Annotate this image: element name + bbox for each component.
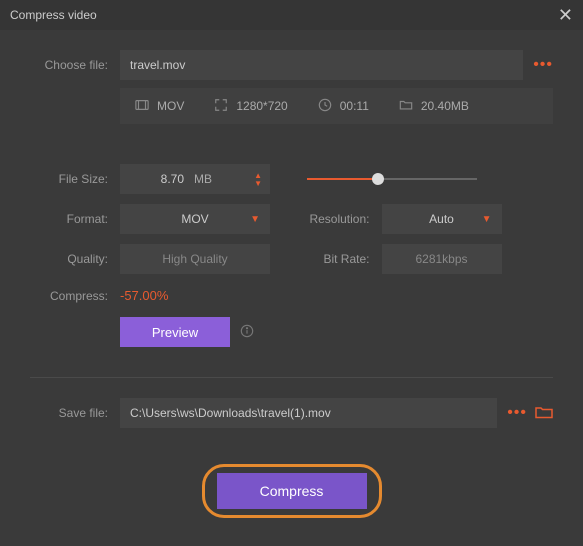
- preview-row: Preview: [120, 317, 553, 347]
- divider: [30, 377, 553, 378]
- choose-file-label: Choose file:: [30, 58, 120, 72]
- quality-label: Quality:: [30, 252, 120, 266]
- expand-icon: [214, 98, 228, 115]
- save-file-input[interactable]: [120, 398, 497, 428]
- format-dropdown[interactable]: MOV ▼: [120, 204, 270, 234]
- meta-resolution-value: 1280*720: [236, 99, 287, 113]
- compress-video-dialog: Compress video ✕ Choose file: ••• MOV 12…: [0, 0, 583, 546]
- resolution-row: Resolution: Auto ▼: [302, 204, 554, 234]
- resolution-label: Resolution:: [302, 212, 382, 226]
- filesize-row: File Size: MB ▲ ▼: [30, 164, 277, 194]
- meta-format-value: MOV: [157, 99, 184, 113]
- slider-thumb[interactable]: [372, 173, 384, 185]
- choose-file-row: Choose file: •••: [30, 50, 553, 80]
- compress-button[interactable]: Compress: [217, 473, 367, 509]
- window-title: Compress video: [10, 8, 97, 22]
- meta-duration-value: 00:11: [340, 99, 369, 113]
- filesize-slider-col: [297, 164, 554, 194]
- meta-size-value: 20.40MB: [421, 99, 469, 113]
- bitrate-value: 6281kbps: [382, 244, 502, 274]
- quality-row: Quality: High Quality: [30, 244, 282, 274]
- titlebar: Compress video ✕: [0, 0, 583, 30]
- resolution-dropdown[interactable]: Auto ▼: [382, 204, 502, 234]
- info-icon[interactable]: [240, 324, 254, 341]
- open-folder-icon[interactable]: [535, 405, 553, 422]
- film-icon: [135, 98, 149, 115]
- filesize-input[interactable]: [120, 172, 190, 186]
- more-icon[interactable]: •••: [533, 56, 553, 74]
- filesize-unit: MB: [194, 172, 212, 186]
- meta-format: MOV: [135, 98, 184, 115]
- meta-duration: 00:11: [318, 98, 369, 115]
- bitrate-row: Bit Rate: 6281kbps: [302, 244, 554, 274]
- format-label: Format:: [30, 212, 120, 226]
- content-area: Choose file: ••• MOV 1280*720 00:11 20.4…: [0, 30, 583, 439]
- compress-ratio-value: -57.00%: [120, 288, 168, 303]
- highlight-ring: Compress: [202, 464, 382, 518]
- more-icon[interactable]: •••: [507, 404, 527, 422]
- footer: Compress: [0, 439, 583, 546]
- caret-down-icon: ▼: [250, 214, 260, 225]
- spinner-down-icon[interactable]: ▼: [254, 180, 262, 187]
- resolution-value: Auto: [429, 212, 454, 226]
- file-meta-bar: MOV 1280*720 00:11 20.40MB: [120, 88, 553, 124]
- format-value: MOV: [181, 212, 208, 226]
- filesize-spinner[interactable]: MB ▲ ▼: [120, 164, 270, 194]
- filesize-label: File Size:: [30, 172, 120, 186]
- save-file-row: Save file: •••: [30, 398, 553, 428]
- slider-fill: [307, 178, 378, 180]
- compress-ratio-label: Compress:: [30, 289, 120, 303]
- settings-section: File Size: MB ▲ ▼: [30, 164, 553, 347]
- compress-ratio-row: Compress: -57.00%: [30, 288, 553, 303]
- preview-button[interactable]: Preview: [120, 317, 230, 347]
- folder-icon: [399, 98, 413, 115]
- choose-file-input[interactable]: [120, 50, 523, 80]
- spinner-up-icon[interactable]: ▲: [254, 172, 262, 179]
- format-row: Format: MOV ▼: [30, 204, 282, 234]
- clock-icon: [318, 98, 332, 115]
- save-file-label: Save file:: [30, 406, 120, 420]
- bitrate-label: Bit Rate:: [302, 252, 382, 266]
- close-icon[interactable]: ✕: [558, 6, 573, 24]
- filesize-slider[interactable]: [307, 172, 477, 186]
- quality-value: High Quality: [120, 244, 270, 274]
- caret-down-icon: ▼: [482, 214, 492, 225]
- meta-resolution: 1280*720: [214, 98, 287, 115]
- meta-size: 20.40MB: [399, 98, 469, 115]
